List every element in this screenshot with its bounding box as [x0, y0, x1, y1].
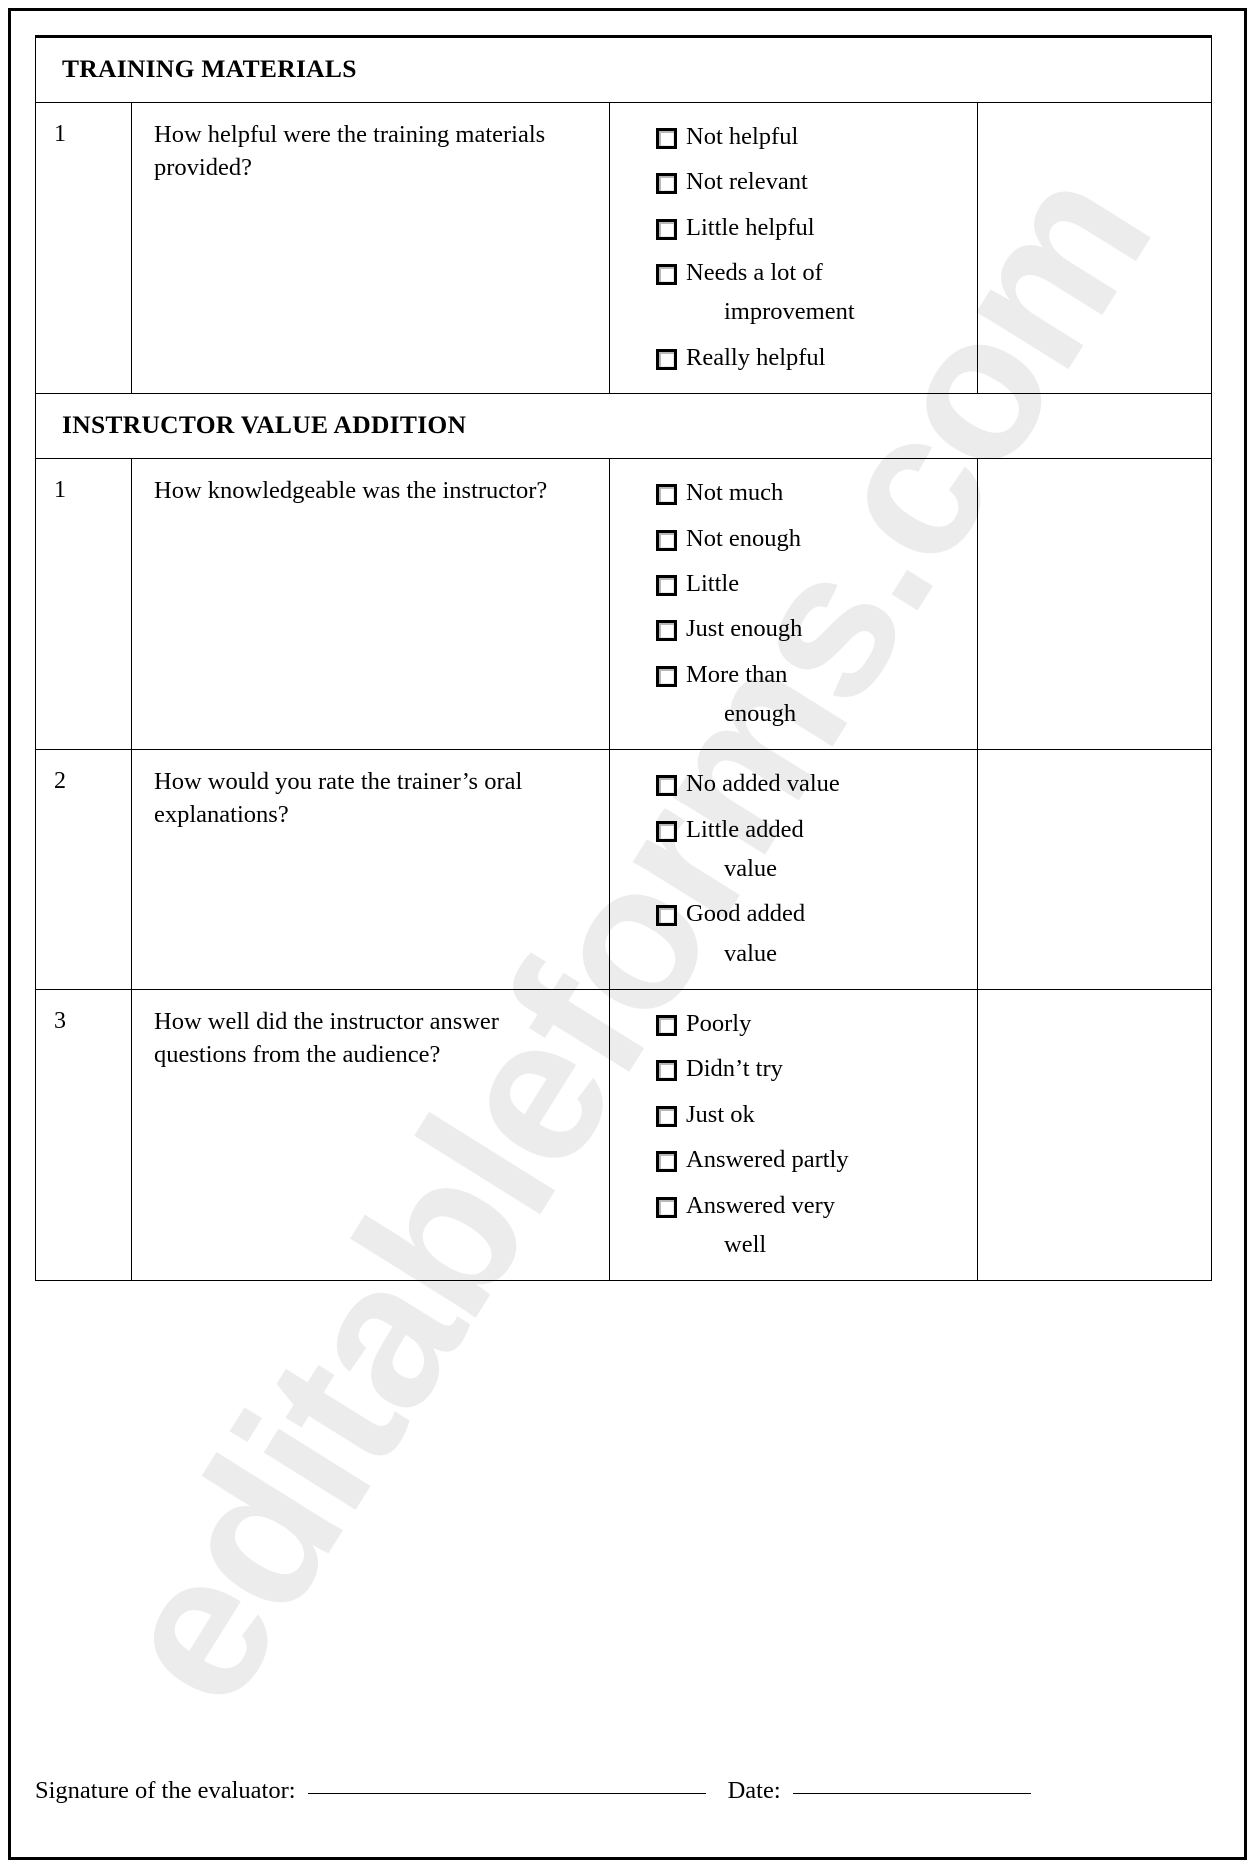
- checkbox-icon[interactable]: [656, 128, 677, 149]
- checkbox-icon[interactable]: [656, 1060, 677, 1082]
- option-label: Not enough: [686, 524, 801, 552]
- checkbox-icon[interactable]: [656, 264, 677, 286]
- checkbox-icon[interactable]: [656, 1105, 677, 1127]
- answer-blank-cell[interactable]: [977, 749, 1212, 991]
- answer-options: Not much Not enough Little Just enough More …: [609, 458, 978, 751]
- option-item[interactable]: Good added value: [656, 898, 967, 969]
- question-number: 1: [35, 101, 132, 395]
- section-title: INSTRUCTOR VALUE ADDITION: [35, 393, 1212, 460]
- option-label: Little: [686, 569, 740, 597]
- option-item[interactable]: More than enough: [656, 659, 967, 730]
- checkbox-icon[interactable]: [656, 529, 677, 551]
- signature-footer: Signature of the evaluator: Date:: [35, 1777, 1211, 1805]
- option-item[interactable]: Little: [656, 568, 967, 599]
- section-header-row: INSTRUCTOR VALUE ADDITION: [35, 393, 1212, 460]
- question-number: 3: [35, 989, 132, 1282]
- option-label: Didn’t try: [686, 1055, 783, 1083]
- answer-blank-cell[interactable]: [977, 101, 1212, 395]
- option-label: Little helpful: [686, 213, 815, 241]
- section-title: TRAINING MATERIALS: [35, 35, 1212, 103]
- option-label-wrap: value: [724, 939, 778, 967]
- answer-options: Poorly Didn’t try Just ok Answered partly An…: [609, 989, 978, 1282]
- answer-blank-cell[interactable]: [977, 458, 1212, 751]
- option-item[interactable]: Not relevant: [656, 166, 967, 197]
- question-row: 1 How helpful were the training materials…: [35, 101, 1212, 395]
- option-list: Not helpful Not relevant Little helpful Nee…: [656, 121, 967, 373]
- checkbox-icon[interactable]: [656, 1151, 677, 1173]
- checkbox-icon[interactable]: [656, 665, 677, 687]
- answer-options: No added value Little added value Good adde…: [609, 749, 978, 991]
- option-label: Answered very well: [686, 1190, 835, 1261]
- date-label: Date:: [727, 1777, 781, 1804]
- option-item[interactable]: Just enough: [656, 613, 967, 644]
- checkbox-icon[interactable]: [656, 348, 677, 370]
- option-label: No added value: [686, 770, 840, 798]
- option-label: Poorly: [686, 1010, 752, 1038]
- option-label: Needs a lot of improvement: [686, 257, 855, 328]
- date-input-line[interactable]: [792, 1793, 1031, 1794]
- option-item[interactable]: Answered very well: [656, 1190, 967, 1261]
- option-item[interactable]: Little helpful: [656, 212, 967, 243]
- option-item[interactable]: Didn’t try: [656, 1053, 967, 1084]
- checkbox-icon[interactable]: [656, 574, 677, 596]
- option-label: Just ok: [686, 1100, 755, 1128]
- question-row: 3 How well did the instructor answer ques…: [35, 989, 1212, 1282]
- option-label: Answered partly: [686, 1146, 849, 1174]
- option-label-wrap: enough: [724, 699, 797, 727]
- option-item[interactable]: Really helpful: [656, 342, 967, 373]
- option-item[interactable]: Not helpful: [656, 121, 967, 152]
- option-item[interactable]: Not much: [656, 477, 967, 508]
- checkbox-icon[interactable]: [656, 820, 677, 842]
- option-item[interactable]: Not enough: [656, 523, 967, 554]
- checkbox-icon[interactable]: [656, 620, 677, 642]
- table-body: TRAINING MATERIALS 1 How helpful were the …: [35, 35, 1212, 1282]
- option-label: Not helpful: [686, 123, 799, 150]
- question-text: How well did the instructor answer quest…: [131, 989, 610, 1282]
- checkbox-icon[interactable]: [656, 218, 677, 240]
- checkbox-icon[interactable]: [656, 484, 677, 506]
- option-item[interactable]: Little added value: [656, 814, 967, 885]
- option-label-wrap: improvement: [724, 298, 855, 326]
- question-row: 1 How knowledgeable was the instructor? No…: [35, 458, 1212, 751]
- option-list: Poorly Didn’t try Just ok Answered partly An…: [656, 1008, 967, 1260]
- question-text: How helpful were the training materials …: [131, 101, 610, 395]
- checkbox-icon[interactable]: [656, 1015, 677, 1037]
- question-number: 1: [35, 458, 132, 751]
- option-list: Not much Not enough Little Just enough More …: [656, 477, 967, 729]
- option-label: Not relevant: [686, 168, 808, 196]
- option-item[interactable]: Just ok: [656, 1099, 967, 1130]
- answer-options: Not helpful Not relevant Little helpful Nee…: [609, 101, 978, 395]
- section-header-row: TRAINING MATERIALS: [35, 35, 1212, 103]
- option-label-wrap: well: [724, 1230, 767, 1258]
- option-label: Little added value: [686, 814, 804, 885]
- question-text: How would you rate the trainer’s oral ex…: [131, 749, 610, 991]
- checkbox-icon[interactable]: [656, 775, 677, 797]
- checkbox-icon[interactable]: [656, 1196, 677, 1218]
- question-row: 2 How would you rate the trainer’s oral e…: [35, 749, 1212, 991]
- option-item[interactable]: Poorly: [656, 1008, 967, 1039]
- option-item[interactable]: Answered partly: [656, 1144, 967, 1175]
- checkbox-icon[interactable]: [656, 173, 677, 195]
- option-item[interactable]: Needs a lot of improvement: [656, 257, 967, 328]
- option-label-wrap: value: [724, 855, 778, 883]
- option-list: No added value Little added value Good adde…: [656, 768, 967, 969]
- checkbox-icon[interactable]: [656, 905, 677, 927]
- answer-blank-cell[interactable]: [977, 989, 1212, 1282]
- evaluation-table: TRAINING MATERIALS 1 How helpful were the …: [35, 35, 1212, 1282]
- option-label: Good added value: [686, 898, 805, 969]
- signature-label: Signature of the evaluator:: [35, 1777, 296, 1804]
- question-number: 2: [35, 749, 132, 991]
- question-text: How knowledgeable was the instructor?: [131, 458, 610, 751]
- option-label: Not much: [686, 479, 784, 507]
- form-page: editableforms.com TRAINING MATERIALS 1 How…: [8, 8, 1247, 1860]
- option-label: More than enough: [686, 659, 796, 730]
- option-item[interactable]: No added value: [656, 768, 967, 799]
- option-label: Really helpful: [686, 343, 826, 371]
- option-label: Just enough: [686, 615, 803, 643]
- signature-input-line[interactable]: [307, 1793, 706, 1794]
- form-content: TRAINING MATERIALS 1 How helpful were the …: [11, 11, 1244, 1282]
